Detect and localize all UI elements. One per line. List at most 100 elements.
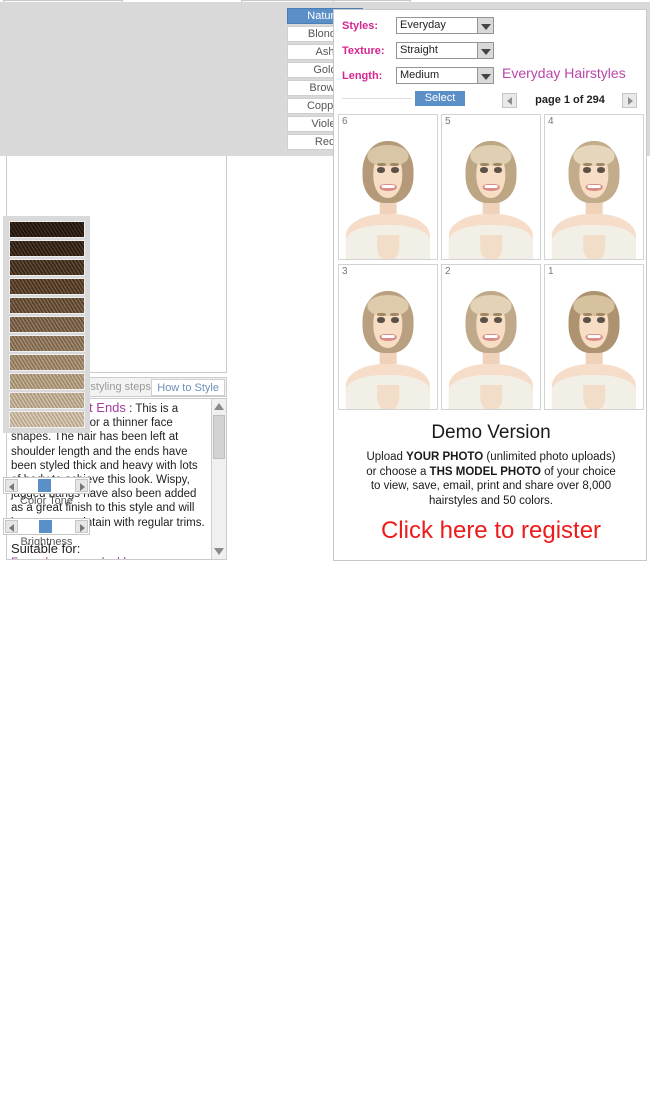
demo-line4: hairstyles and 50 colors.: [429, 495, 553, 507]
swatch-2[interactable]: [9, 240, 85, 257]
brightness-slider-group: Brightness: [3, 518, 90, 548]
brow-left: [377, 313, 386, 316]
eye-left: [377, 317, 385, 323]
prev-page-button[interactable]: [502, 93, 517, 108]
dress-neckline: [377, 385, 399, 410]
swatch-1[interactable]: [9, 221, 85, 238]
hairstyle-thumbnail[interactable]: 2: [441, 264, 541, 410]
teeth: [485, 335, 498, 338]
thumbnail-number: 3: [342, 266, 348, 277]
dress-neckline: [377, 235, 399, 260]
teeth: [485, 185, 498, 188]
eye-right: [391, 167, 399, 173]
fringe: [573, 145, 614, 166]
brow-right: [390, 313, 399, 316]
chevron-down-icon[interactable]: [477, 67, 494, 84]
teeth: [588, 185, 601, 188]
swatch-10[interactable]: [9, 392, 85, 409]
demo-line2-c: of your choice: [541, 466, 616, 478]
hairstyle-thumbnail[interactable]: 6: [338, 114, 438, 260]
thumbnail-figure: [339, 123, 437, 260]
demo-ths-model-photo: THS MODEL PHOTO: [430, 466, 541, 478]
demo-line1-a: Upload: [366, 451, 406, 463]
dress-neckline: [480, 385, 502, 410]
eye-right: [494, 317, 502, 323]
chevron-down-icon[interactable]: [477, 17, 494, 34]
brow-left: [377, 163, 386, 166]
thumbnail-number: 2: [445, 266, 451, 277]
styles-select[interactable]: Everyday: [396, 17, 494, 34]
thumbnail-number: 4: [548, 116, 554, 127]
brow-left: [583, 313, 592, 316]
fringe: [367, 145, 408, 166]
eye-left: [583, 317, 591, 323]
swatch-3[interactable]: [9, 259, 85, 276]
hairstyles-panel: Styles: Texture: Length: Everyday Straig…: [333, 9, 647, 561]
teeth: [382, 335, 395, 338]
length-select[interactable]: Medium: [396, 67, 494, 84]
texture-select[interactable]: Straight: [396, 42, 494, 59]
texture-select-value: Straight: [400, 44, 438, 56]
color-tone-knob[interactable]: [38, 479, 51, 492]
length-select-value: Medium: [400, 69, 439, 81]
scroll-down-icon[interactable]: [214, 548, 224, 555]
color-tone-slider[interactable]: [3, 477, 90, 494]
hairstyle-thumbnail[interactable]: 1: [544, 264, 644, 410]
brightness-decrease-icon[interactable]: [5, 520, 18, 533]
fringe: [367, 295, 408, 316]
hairstyle-thumbnail[interactable]: 3: [338, 264, 438, 410]
description-scrollbar[interactable]: [211, 399, 226, 559]
color-tone-increase-icon[interactable]: [75, 479, 88, 492]
brightness-increase-icon[interactable]: [75, 520, 88, 533]
demo-your-photo: YOUR PHOTO: [406, 451, 483, 463]
brow-left: [480, 163, 489, 166]
color-tone-slider-group: Color Tone: [3, 477, 90, 507]
demo-line3: to view, save, email, print and share ov…: [371, 480, 611, 492]
how-to-style-button[interactable]: How to Style: [151, 379, 225, 396]
thumbnail-figure: [545, 273, 643, 410]
thumbnail-figure: [339, 273, 437, 410]
thumbnail-number: 6: [342, 116, 348, 127]
styles-select-value: Everyday: [400, 19, 446, 31]
swatch-9[interactable]: [9, 373, 85, 390]
brightness-knob[interactable]: [39, 520, 52, 533]
swatch-5[interactable]: [9, 297, 85, 314]
select-button[interactable]: Select: [415, 91, 465, 106]
register-link[interactable]: Click here to register: [338, 517, 644, 545]
brow-right: [596, 313, 605, 316]
chevron-down-icon[interactable]: [477, 42, 494, 59]
brow-right: [493, 163, 502, 166]
teeth: [382, 185, 395, 188]
brightness-label: Brightness: [3, 535, 90, 548]
eye-left: [583, 167, 591, 173]
hairstyle-thumbnail[interactable]: 4: [544, 114, 644, 260]
swatch-11[interactable]: [9, 411, 85, 428]
swatch-4[interactable]: [9, 278, 85, 295]
hairstyle-thumbnail[interactable]: 5: [441, 114, 541, 260]
scroll-up-icon[interactable]: [214, 403, 224, 410]
fringe: [573, 295, 614, 316]
next-page-button[interactable]: [622, 93, 637, 108]
demo-notice: Demo Version Upload YOUR PHOTO (unlimite…: [338, 422, 644, 545]
brow-left: [583, 163, 592, 166]
swatch-7[interactable]: [9, 335, 85, 352]
scrollbar-thumb[interactable]: [213, 415, 225, 459]
color-panel: Natural Blonde Ash Gold Brown Copper Vio…: [0, 552, 93, 1104]
eye-left: [480, 317, 488, 323]
eye-right: [494, 167, 502, 173]
dress-neckline: [583, 385, 605, 410]
brow-right: [596, 163, 605, 166]
dress-neckline: [583, 235, 605, 260]
demo-body: Upload YOUR PHOTO (unlimited photo uploa…: [338, 450, 644, 508]
separator: :: [126, 403, 135, 415]
swatch-8[interactable]: [9, 354, 85, 371]
swatch-6[interactable]: [9, 316, 85, 333]
styles-label: Styles:: [342, 20, 378, 32]
demo-line1-c: (unlimited photo uploads): [483, 451, 615, 463]
color-tone-decrease-icon[interactable]: [5, 479, 18, 492]
brightness-slider[interactable]: [3, 518, 90, 535]
hairstyle-set-title: Everyday Hairstyles: [502, 65, 626, 81]
eye-right: [391, 317, 399, 323]
thumbnail-number: 1: [548, 266, 554, 277]
thumbnail-figure: [545, 123, 643, 260]
